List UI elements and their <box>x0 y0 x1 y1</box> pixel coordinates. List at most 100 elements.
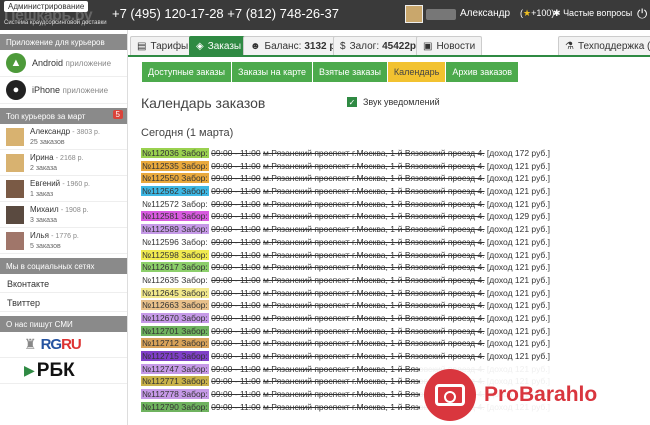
tab-deposit[interactable]: $ Залог: 45422р <box>333 36 424 56</box>
order-row[interactable]: №112550 Забор: 09:00 - 11:00 м.Рязанский… <box>141 172 646 185</box>
support-icon: ⚗ <box>565 41 574 52</box>
order-id[interactable]: №112036 Забор: <box>141 148 209 158</box>
rgru-part1: RG <box>40 336 62 353</box>
order-id[interactable]: №112598 Забор: <box>141 249 209 260</box>
order-row[interactable]: №112581 Забор: 09:00 - 11:00 м.Рязанский… <box>141 210 646 223</box>
order-time: 09:00 - 11:00 <box>211 325 261 336</box>
courier-item[interactable]: Ирина - 2168 р. 2 заказа <box>0 150 127 176</box>
order-row[interactable]: №112701 Забор: 09:00 - 11:00 м.Рязанский… <box>141 325 646 338</box>
order-time: 09:00 - 11:00 <box>211 173 261 184</box>
iphone-app-link[interactable]: ● iPhone приложение <box>0 77 127 104</box>
courier-info: Илья - 1776 р. 5 заказов <box>30 230 79 252</box>
order-id[interactable]: №112535 Забор: <box>141 160 209 171</box>
admin-link[interactable]: Администрирование <box>4 1 89 12</box>
order-id[interactable]: №112790 Забор: <box>141 401 209 412</box>
order-income: [доход 121 руб.] <box>486 173 551 184</box>
android-app-link[interactable]: ▲ Android приложение <box>0 50 127 77</box>
subtab-map[interactable]: Заказы на карте <box>232 62 313 82</box>
courier-name-line: Илья - 1776 р. <box>30 230 79 242</box>
tab-tariffs[interactable]: ▤ Тарифы <box>130 36 196 56</box>
order-time: 09:00 - 11:00 <box>211 148 261 158</box>
iphone-name: iPhone <box>32 85 61 95</box>
order-address: м.Рязанский проспект г.Москва, 1-й Вязов… <box>262 198 485 209</box>
courier-item[interactable]: Илья - 1776 р. 5 заказов <box>0 228 127 254</box>
order-row[interactable]: №112589 Забор: 09:00 - 11:00 м.Рязанский… <box>141 223 646 236</box>
faq-link[interactable]: ✱ Частые вопросы <box>553 8 632 19</box>
logo[interactable]: Пешкарь.ру Администрирование Система кра… <box>0 0 110 30</box>
courier-item[interactable]: Михаил - 1908 р. 3 заказа <box>0 202 127 228</box>
order-time: 09:00 - 11:00 <box>211 312 261 323</box>
order-id[interactable]: №112581 Забор: <box>141 211 209 222</box>
order-row[interactable]: №112715 Забор: 09:00 - 11:00 м.Рязанский… <box>141 350 646 363</box>
order-row[interactable]: №112036 Забор: 09:00 - 11:00 м.Рязанский… <box>141 147 646 160</box>
apps-section-title: Приложение для курьеров <box>0 34 127 50</box>
order-id[interactable]: №112589 Забор: <box>141 224 209 235</box>
order-time: 09:00 - 11:00 <box>211 160 261 171</box>
order-id[interactable]: №112550 Забор: <box>141 173 209 184</box>
order-id[interactable]: №112645 Забор: <box>141 287 209 298</box>
order-row[interactable]: №112596 Забор: 09:00 - 11:00 м.Рязанский… <box>141 236 646 249</box>
subtab-archive[interactable]: Архив заказов <box>446 62 519 82</box>
vk-link[interactable]: Вконтакте <box>0 274 127 293</box>
order-row[interactable]: №112535 Забор: 09:00 - 11:00 м.Рязанский… <box>141 160 646 173</box>
order-row[interactable]: №112645 Забор: 09:00 - 11:00 м.Рязанский… <box>141 287 646 300</box>
order-id[interactable]: №112715 Забор: <box>141 351 209 361</box>
tab-support[interactable]: ⚗Техподдержка (0) <box>558 36 650 56</box>
order-row[interactable]: №112598 Забор: 09:00 - 11:00 м.Рязанский… <box>141 249 646 262</box>
order-time: 09:00 - 11:00 <box>211 224 261 235</box>
order-row[interactable]: №112635 Забор: 09:00 - 11:00 м.Рязанский… <box>141 274 646 287</box>
order-income: [доход 129 руб.] <box>486 211 551 222</box>
courier-avatar <box>6 128 24 146</box>
tab-orders[interactable]: ◈ Заказы <box>189 36 249 56</box>
order-id[interactable]: №112747 Забор: <box>141 363 209 374</box>
top-couriers-label: Топ курьеров за март <box>6 112 86 121</box>
order-id[interactable]: №112670 Забор: <box>141 312 209 323</box>
order-row[interactable]: №112670 Забор: 09:00 - 11:00 м.Рязанский… <box>141 312 646 325</box>
order-row[interactable]: №112562 Забор: 09:00 - 11:00 м.Рязанский… <box>141 185 646 198</box>
subtab-calendar[interactable]: Календарь <box>387 62 446 82</box>
rbk-logo[interactable]: ▶ РБК <box>0 358 127 384</box>
courier-item[interactable]: Евгений - 1960 р. 1 заказ <box>0 176 127 202</box>
order-address: м.Рязанский проспект г.Москва, 1-й Вязов… <box>262 211 485 222</box>
rgru-logo[interactable]: ♜ RGRU <box>0 332 127 358</box>
order-id[interactable]: №112572 Забор: <box>141 198 209 209</box>
order-id[interactable]: №112663 Забор: <box>141 300 209 311</box>
order-row[interactable]: №112572 Забор: 09:00 - 11:00 м.Рязанский… <box>141 198 646 211</box>
order-id[interactable]: №112778 Забор: <box>141 389 209 400</box>
order-address: м.Рязанский проспект г.Москва, 1-й Вязов… <box>262 262 485 273</box>
order-income: [доход 121 руб.] <box>486 287 551 298</box>
courier-sum: - 2168 р. <box>55 155 84 162</box>
subtab-taken[interactable]: Взятые заказы <box>313 62 387 82</box>
android-label: Android приложение <box>32 58 111 68</box>
order-row[interactable]: №112712 Забор: 09:00 - 11:00 м.Рязанский… <box>141 337 646 350</box>
courier-avatar <box>6 232 24 250</box>
courier-item[interactable]: Александр - 3803 р. 25 заказов <box>0 124 127 150</box>
order-row[interactable]: №112617 Забор: 09:00 - 11:00 м.Рязанский… <box>141 261 646 274</box>
tab-balance[interactable]: ☻ Баланс: 3132 р <box>243 36 343 56</box>
order-id[interactable]: №112701 Забор: <box>141 325 209 336</box>
user-name[interactable]: Александр <box>460 8 510 19</box>
twitter-link[interactable]: Твиттер <box>0 293 127 312</box>
order-id[interactable]: №112712 Забор: <box>141 338 209 349</box>
order-id[interactable]: №112596 Забор: <box>141 236 209 247</box>
user-avatar[interactable] <box>405 5 423 23</box>
order-id[interactable]: №112771 Забор: <box>141 376 209 387</box>
order-time: 09:00 - 11:00 <box>211 262 261 273</box>
order-id[interactable]: №112635 Забор: <box>141 274 209 285</box>
tab-news[interactable]: ▣ Новости <box>416 36 483 56</box>
order-id[interactable]: №112562 Забор: <box>141 186 209 197</box>
watermark-text: ProBarahlo <box>484 383 598 406</box>
subtab-available[interactable]: Доступные заказы <box>142 62 232 82</box>
rbk-arrow-icon: ▶ <box>24 362 35 378</box>
order-time: 09:00 - 11:00 <box>211 236 261 247</box>
courier-count: 25 заказов <box>30 139 65 146</box>
power-icon[interactable]: ⏻ <box>637 6 647 22</box>
order-time: 09:00 - 11:00 <box>211 338 261 349</box>
sound-checkbox[interactable]: ✓ <box>347 97 357 107</box>
order-row[interactable]: №112663 Забор: 09:00 - 11:00 м.Рязанский… <box>141 299 646 312</box>
order-income: [доход 121 руб.] <box>486 338 551 349</box>
order-id[interactable]: №112617 Забор: <box>141 262 209 273</box>
order-time: 09:00 - 11:00 <box>211 274 261 285</box>
sound-toggle[interactable]: ✓ Звук уведомлений <box>347 97 440 107</box>
courier-avatar <box>6 206 24 224</box>
